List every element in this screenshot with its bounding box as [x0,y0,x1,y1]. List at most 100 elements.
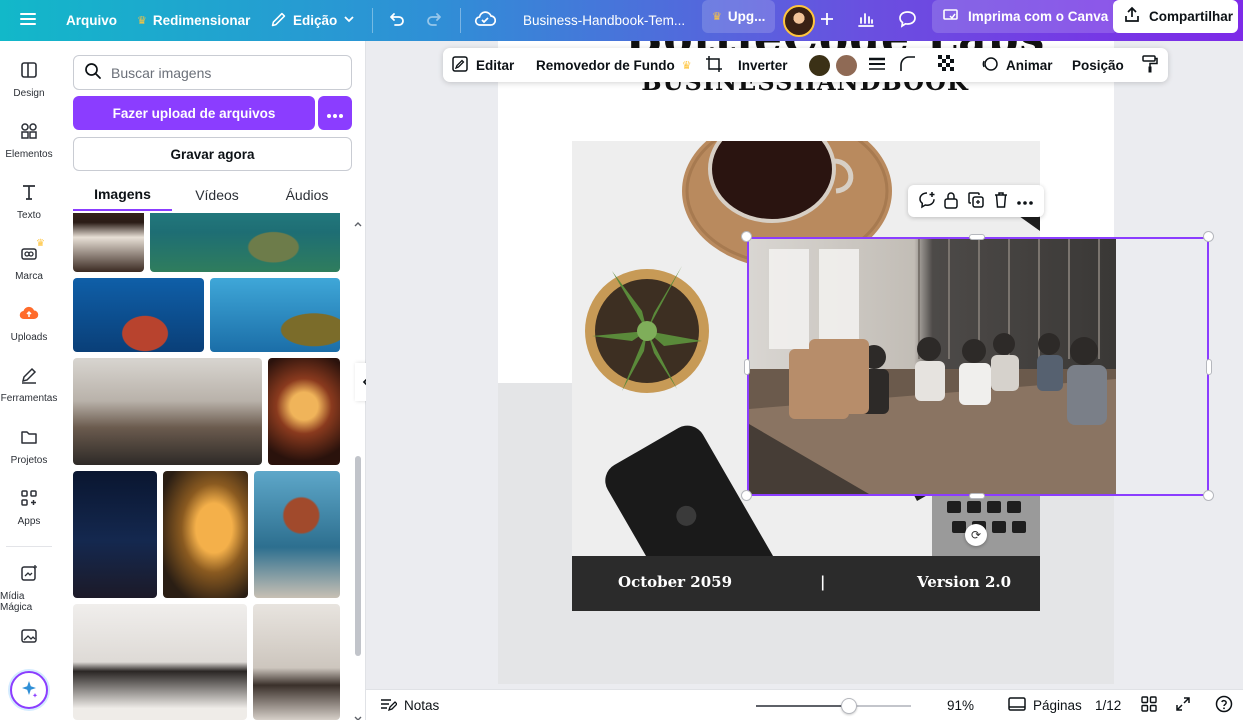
edit-image-button[interactable]: Editar [451,48,514,82]
resize-handle-s[interactable] [969,493,985,499]
rail-item-tools[interactable]: Ferramentas [0,365,58,404]
image-thumbnail[interactable] [254,471,340,598]
upload-files-button[interactable]: Fazer upload de arquivos [73,96,315,130]
image-thumbnail[interactable] [163,471,248,598]
help-button[interactable] [1215,690,1233,720]
selected-image-frame[interactable] [747,237,1209,496]
zoom-slider-knob[interactable] [841,698,857,714]
rail-label: Projetos [10,455,48,466]
fullscreen-button[interactable] [1175,690,1191,720]
duplicate-button[interactable] [967,191,985,212]
rail-item-brand[interactable]: Marca [0,243,58,282]
color-swatch-brown[interactable] [836,55,857,76]
corner-rounding-button[interactable] [899,48,917,82]
redo-button[interactable] [425,0,445,41]
insights-button[interactable] [856,0,876,41]
rail-item-text[interactable]: Texto [0,182,58,221]
comment-icon [897,9,918,32]
copy-style-button[interactable] [1142,48,1158,82]
grid-view-button[interactable] [1141,690,1157,720]
rail-item-design[interactable]: Design [0,60,58,99]
image-thumbnail[interactable] [73,471,157,598]
delete-button[interactable] [993,191,1009,212]
resize-handle-sw[interactable] [741,490,752,501]
zoom-slider[interactable] [756,698,911,714]
border-style-button[interactable] [868,48,886,82]
rail-item-projects[interactable]: Projetos [0,427,58,466]
more-horizontal-icon [326,103,344,124]
tab-images[interactable]: Imagens [73,179,172,211]
rail-item-photos[interactable] [0,626,58,649]
animate-button[interactable]: Animar [981,48,1053,82]
page-counter[interactable]: 1/12 [1095,690,1121,720]
tab-audios[interactable]: Áudios [262,179,352,211]
crown-icon: ♛ [681,59,692,72]
add-collaborator-button[interactable] [820,0,834,41]
rail-item-magic-media[interactable]: Mídia Mágica [0,563,58,613]
resize-handle-ne[interactable] [1203,231,1214,242]
image-thumbnail[interactable] [268,358,340,465]
rail-label: Mídia Mágica [0,591,33,613]
share-button[interactable]: Compartilhar [1113,0,1238,33]
scrollbar-thumb[interactable] [355,456,361,656]
corner-radius-icon [899,55,917,76]
color-swatch-dark[interactable] [809,55,830,76]
comments-button[interactable] [897,0,918,41]
resize-handle-nw[interactable] [741,231,752,242]
document-title[interactable]: Business-Handbook-Tem... [523,0,685,41]
search-input[interactable] [111,64,331,81]
resize-handle-e[interactable] [1206,359,1212,375]
zoom-level[interactable]: 91% [947,690,974,720]
rail-item-uploads[interactable]: Uploads [0,304,58,343]
transparency-button[interactable] [938,48,956,82]
rail-label: Texto [17,210,41,221]
resize-button[interactable]: ♛ Redimensionar [137,0,250,41]
notes-button[interactable]: Notas [380,690,439,720]
resize-handle-w[interactable] [744,359,750,375]
cloud-save-button[interactable] [474,0,497,41]
rotate-handle[interactable]: ⟳ [965,524,987,546]
more-options-button[interactable] [318,96,352,130]
user-avatar[interactable] [783,0,815,41]
image-thumbnail[interactable] [253,604,340,720]
lock-button[interactable] [943,191,959,212]
image-thumbnail[interactable] [73,358,262,465]
image-grid [73,213,341,720]
file-menu[interactable]: Arquivo [66,0,117,41]
print-button[interactable]: Imprima com o Canva [932,0,1119,33]
search-box[interactable] [73,55,352,90]
more-options-button[interactable] [1016,194,1034,209]
crown-icon: ♛ [36,238,45,249]
cover-banner[interactable]: October 2059 | Version 2.0 [572,556,1040,611]
magic-assistant-button[interactable] [10,671,48,709]
tab-videos[interactable]: Vídeos [172,179,262,211]
pages-button[interactable]: Páginas [1008,690,1082,720]
truck-icon [942,6,962,27]
rail-item-apps[interactable]: Apps [0,488,58,527]
bg-remover-button[interactable]: Removedor de Fundo ♛ [536,48,692,82]
resize-handle-n[interactable] [969,234,985,240]
image-thumbnail[interactable] [210,278,340,352]
image-thumbnail[interactable] [73,278,204,352]
rail-label: Uploads [10,332,48,343]
record-now-button[interactable]: Gravar agora [73,137,352,171]
banner-version[interactable]: Version 2.0 [917,573,1011,591]
flip-button[interactable]: Inverter [738,48,788,82]
apps-icon [19,488,39,511]
banner-date[interactable]: October 2059 [618,573,732,591]
upgrade-button[interactable]: ♛ Upg... [702,0,776,33]
office-meeting-photo[interactable] [749,239,1116,494]
add-comment-button[interactable] [918,191,936,212]
rail-label: Apps [17,516,41,527]
undo-button[interactable] [386,0,406,41]
image-thumbnail[interactable] [150,213,340,272]
resize-handle-se[interactable] [1203,490,1214,501]
menu-button[interactable] [18,0,38,41]
crop-button[interactable] [705,48,723,82]
image-thumbnail[interactable] [73,604,247,720]
pages-label: Páginas [1033,698,1082,713]
image-thumbnail[interactable] [73,213,144,272]
rail-item-elements[interactable]: Elementos [0,121,58,160]
edit-mode-menu[interactable]: Edição [270,0,355,41]
position-button[interactable]: Posição [1072,48,1124,82]
